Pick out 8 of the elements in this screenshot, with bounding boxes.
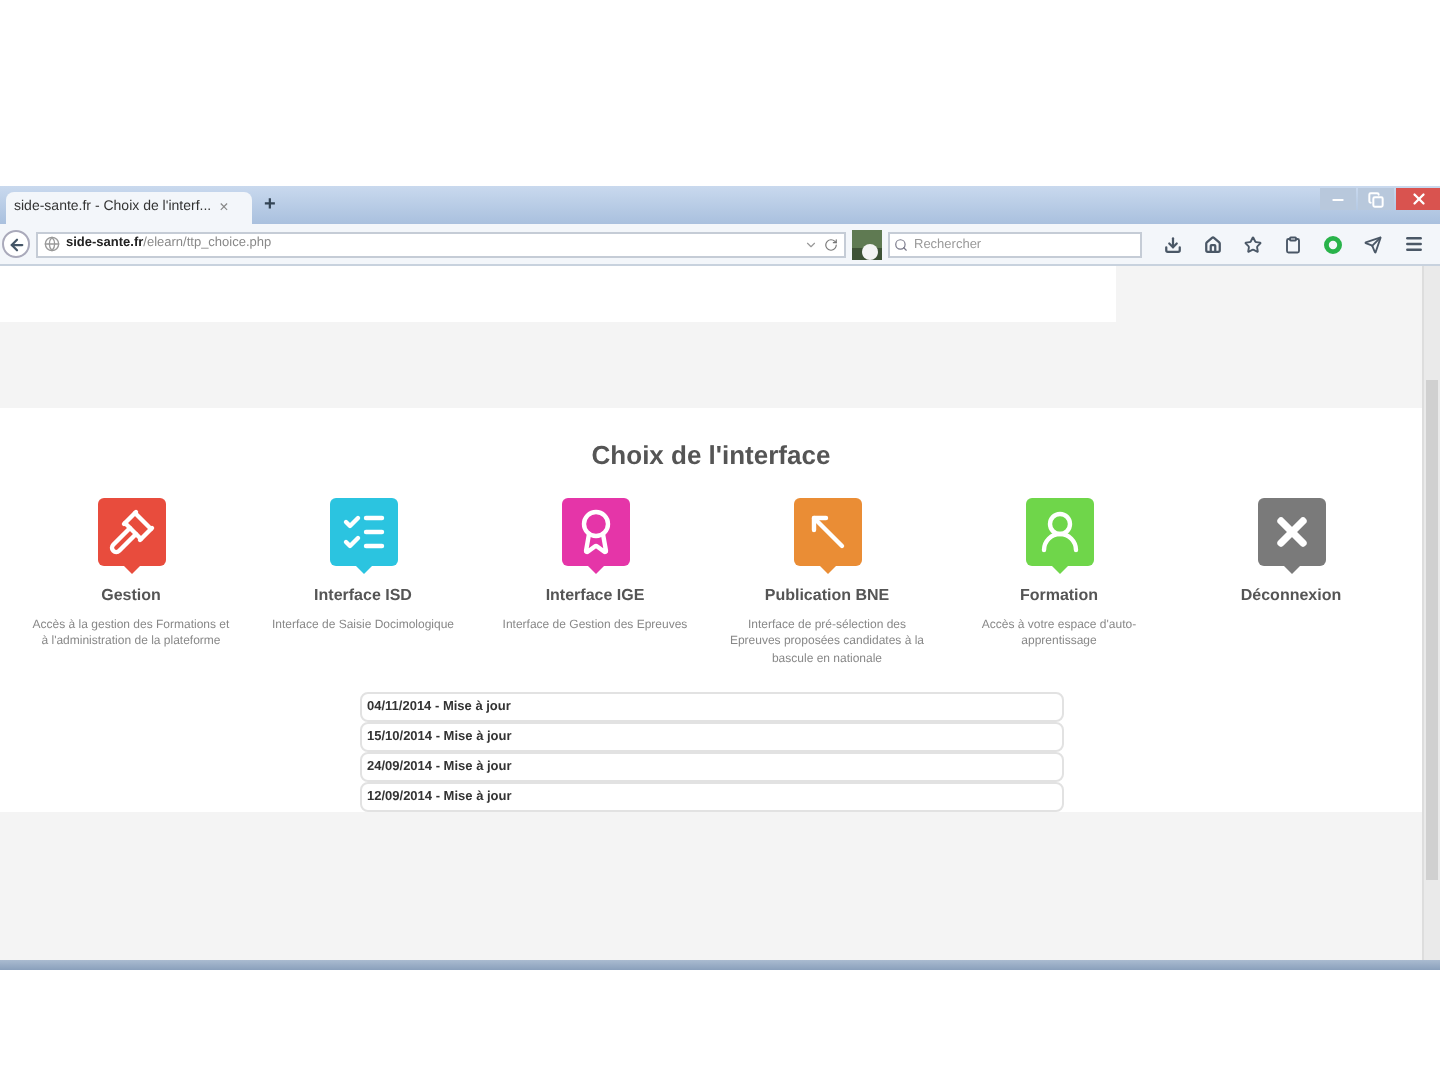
tile-label[interactable]: Interface IGE: [545, 583, 645, 607]
page-title: Choix de l'interface: [591, 438, 831, 474]
tile-label[interactable]: Publication BNE: [764, 583, 890, 607]
tile-label[interactable]: Déconnexion: [1240, 583, 1342, 607]
tile-label[interactable]: Interface ISD: [314, 583, 412, 607]
tile-label[interactable]: Gestion: [101, 583, 161, 607]
tile-label[interactable]: Formation: [1019, 583, 1099, 607]
new-tab-button[interactable]: +: [264, 190, 276, 220]
